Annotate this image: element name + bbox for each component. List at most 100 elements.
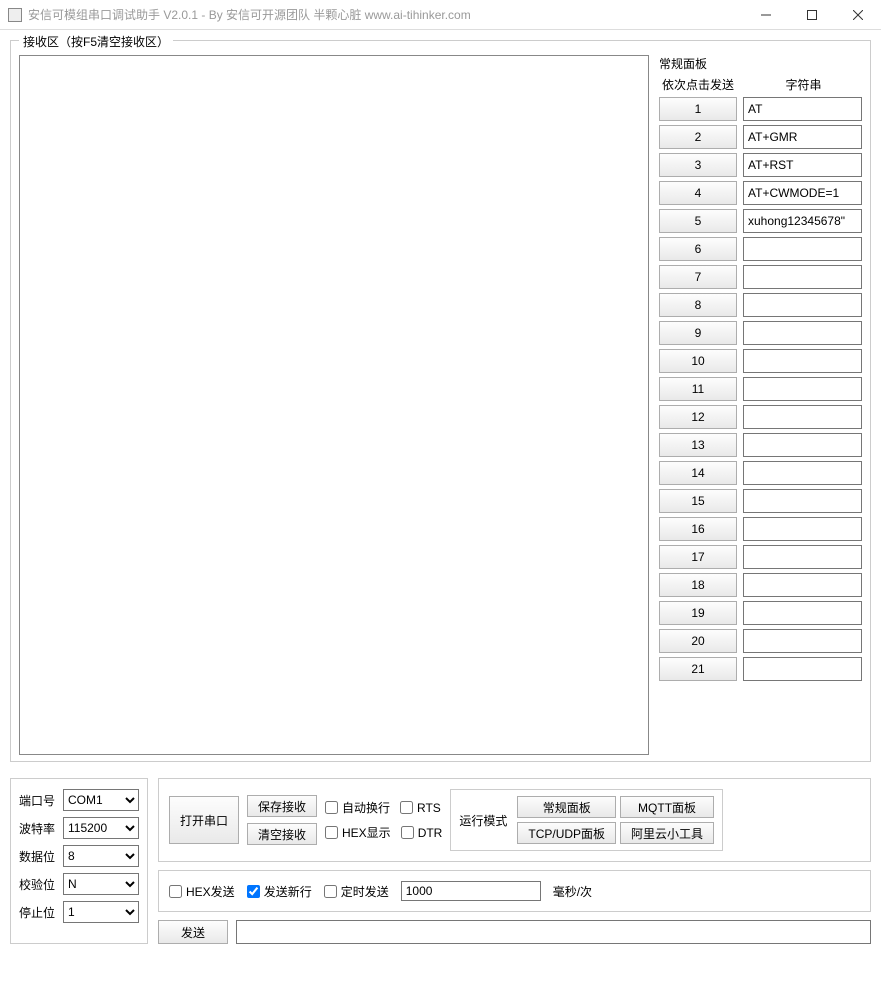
cmd-send-button[interactable]: 21 xyxy=(659,657,737,681)
cmd-send-button[interactable]: 4 xyxy=(659,181,737,205)
cmd-row: 8 xyxy=(659,293,862,317)
cmd-row: 7 xyxy=(659,265,862,289)
cmd-string-input[interactable] xyxy=(743,237,862,261)
receive-textarea[interactable] xyxy=(19,55,649,755)
cmd-string-input[interactable] xyxy=(743,125,862,149)
cmd-string-input[interactable] xyxy=(743,489,862,513)
hex-show-checkbox[interactable] xyxy=(325,826,338,839)
cmd-send-button[interactable]: 3 xyxy=(659,153,737,177)
cmd-col-header-btn: 依次点击发送 xyxy=(659,76,737,93)
cmd-send-button[interactable]: 2 xyxy=(659,125,737,149)
cmd-string-input[interactable] xyxy=(743,181,862,205)
command-panel: 常规面板 依次点击发送 字符串 123456789101112131415161… xyxy=(659,55,862,685)
cmd-row: 6 xyxy=(659,237,862,261)
databits-select[interactable]: 8 xyxy=(63,845,139,867)
parity-label: 校验位 xyxy=(19,876,59,893)
controls-group: 打开串口 保存接收 清空接收 自动换行 RTS HEX显示 DTR 运行模式 常… xyxy=(158,778,871,862)
mode-mqtt-button[interactable]: MQTT面板 xyxy=(620,796,714,818)
cmd-string-input[interactable] xyxy=(743,293,862,317)
rts-checkbox[interactable] xyxy=(400,801,413,814)
cmd-string-input[interactable] xyxy=(743,545,862,569)
cmd-row: 12 xyxy=(659,405,862,429)
cmd-row: 9 xyxy=(659,321,862,345)
cmd-row: 15 xyxy=(659,489,862,513)
cmd-row: 4 xyxy=(659,181,862,205)
port-label: 端口号 xyxy=(19,792,59,809)
mode-tcp-button[interactable]: TCP/UDP面板 xyxy=(517,822,616,844)
cmd-string-input[interactable] xyxy=(743,461,862,485)
hex-send-checkbox[interactable] xyxy=(169,885,182,898)
cmd-string-input[interactable] xyxy=(743,405,862,429)
send-input[interactable] xyxy=(236,920,871,944)
cmd-row: 2 xyxy=(659,125,862,149)
cmd-row: 16 xyxy=(659,517,862,541)
cmd-string-input[interactable] xyxy=(743,153,862,177)
cmd-send-button[interactable]: 14 xyxy=(659,461,737,485)
maximize-icon xyxy=(807,10,817,20)
cmd-send-button[interactable]: 9 xyxy=(659,321,737,345)
cmd-send-button[interactable]: 18 xyxy=(659,573,737,597)
databits-label: 数据位 xyxy=(19,848,59,865)
cmd-string-input[interactable] xyxy=(743,265,862,289)
cmd-send-button[interactable]: 10 xyxy=(659,349,737,373)
mode-aliyun-button[interactable]: 阿里云小工具 xyxy=(620,822,714,844)
cmd-string-input[interactable] xyxy=(743,629,862,653)
send-newline-checkbox[interactable] xyxy=(247,885,260,898)
cmd-send-button[interactable]: 12 xyxy=(659,405,737,429)
dtr-label: DTR xyxy=(418,826,443,840)
auto-wrap-checkbox[interactable] xyxy=(325,801,338,814)
cmd-send-button[interactable]: 7 xyxy=(659,265,737,289)
cmd-string-input[interactable] xyxy=(743,433,862,457)
cmd-row: 20 xyxy=(659,629,862,653)
cmd-string-input[interactable] xyxy=(743,377,862,401)
timed-send-label: 定时发送 xyxy=(341,883,389,900)
cmd-string-input[interactable] xyxy=(743,349,862,373)
cmd-send-button[interactable]: 16 xyxy=(659,517,737,541)
cmd-send-button[interactable]: 19 xyxy=(659,601,737,625)
cmd-string-input[interactable] xyxy=(743,601,862,625)
baud-select[interactable]: 115200 xyxy=(63,817,139,839)
cmd-string-input[interactable] xyxy=(743,517,862,541)
close-button[interactable] xyxy=(835,0,881,30)
open-port-button[interactable]: 打开串口 xyxy=(169,796,239,844)
minimize-button[interactable] xyxy=(743,0,789,30)
dtr-checkbox[interactable] xyxy=(401,826,414,839)
cmd-row: 13 xyxy=(659,433,862,457)
mode-group: 运行模式 常规面板 MQTT面板 TCP/UDP面板 阿里云小工具 xyxy=(450,789,723,851)
interval-input[interactable] xyxy=(401,881,541,901)
parity-select[interactable]: N xyxy=(63,873,139,895)
cmd-send-button[interactable]: 17 xyxy=(659,545,737,569)
auto-wrap-label: 自动换行 xyxy=(342,799,390,816)
timed-send-checkbox[interactable] xyxy=(324,885,337,898)
mode-label: 运行模式 xyxy=(459,812,507,829)
cmd-send-button[interactable]: 1 xyxy=(659,97,737,121)
cmd-send-button[interactable]: 5 xyxy=(659,209,737,233)
app-icon xyxy=(8,8,22,22)
minimize-icon xyxy=(761,10,771,20)
cmd-string-input[interactable] xyxy=(743,209,862,233)
send-button[interactable]: 发送 xyxy=(158,920,228,944)
stopbits-select[interactable]: 1 xyxy=(63,901,139,923)
send-options-group: HEX发送 发送新行 定时发送 毫秒/次 xyxy=(158,870,871,912)
port-select[interactable]: COM1 xyxy=(63,789,139,811)
maximize-button[interactable] xyxy=(789,0,835,30)
clear-receive-button[interactable]: 清空接收 xyxy=(247,823,317,845)
save-receive-button[interactable]: 保存接收 xyxy=(247,795,317,817)
cmd-string-input[interactable] xyxy=(743,97,862,121)
cmd-send-button[interactable]: 6 xyxy=(659,237,737,261)
receive-group-label: 接收区（按F5清空接收区） xyxy=(19,33,173,50)
cmd-row: 18 xyxy=(659,573,862,597)
receive-group: 接收区（按F5清空接收区） 常规面板 依次点击发送 字符串 1234567891… xyxy=(10,40,871,762)
cmd-row: 11 xyxy=(659,377,862,401)
command-panel-title: 常规面板 xyxy=(659,55,862,72)
cmd-send-button[interactable]: 11 xyxy=(659,377,737,401)
cmd-string-input[interactable] xyxy=(743,321,862,345)
cmd-send-button[interactable]: 20 xyxy=(659,629,737,653)
cmd-send-button[interactable]: 8 xyxy=(659,293,737,317)
cmd-string-input[interactable] xyxy=(743,573,862,597)
mode-normal-button[interactable]: 常规面板 xyxy=(517,796,616,818)
cmd-send-button[interactable]: 13 xyxy=(659,433,737,457)
cmd-string-input[interactable] xyxy=(743,657,862,681)
cmd-send-button[interactable]: 15 xyxy=(659,489,737,513)
cmd-row: 14 xyxy=(659,461,862,485)
